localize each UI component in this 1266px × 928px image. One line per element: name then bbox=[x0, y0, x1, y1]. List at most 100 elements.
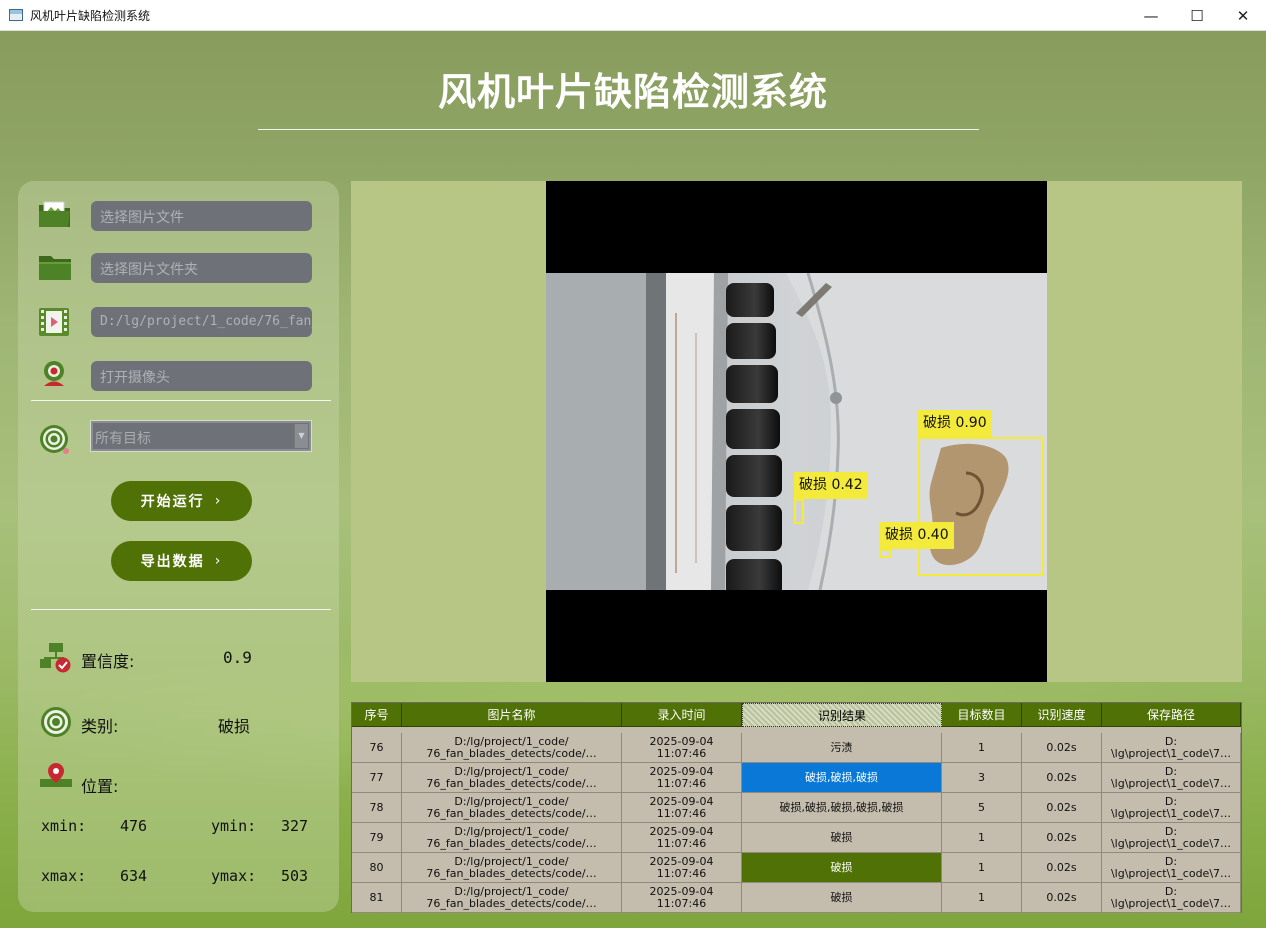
detection-label: 破损 0.90 bbox=[918, 410, 992, 437]
cell-entry-time[interactable]: 2025-09-04 11:07:46 bbox=[622, 733, 742, 762]
cell-speed[interactable]: 0.02s bbox=[1022, 733, 1102, 762]
cell-index[interactable]: 77 bbox=[352, 763, 402, 792]
image-folder-field[interactable]: 选择图片文件夹 bbox=[91, 253, 312, 283]
app-window: 风机叶片缺陷检测系统 选择图片文件 选择图片文件夹 D:/lg/project/… bbox=[0, 31, 1266, 928]
video-file-icon[interactable] bbox=[38, 306, 70, 336]
cell-result[interactable]: 破损,破损,破损 bbox=[742, 763, 942, 792]
table-row[interactable]: 81 D:/lg/project/1_code/ 76_fan_blades_de… bbox=[352, 883, 1241, 913]
xmax-label: xmax: bbox=[41, 867, 87, 885]
cell-entry-time[interactable]: 2025-09-04 11:07:46 bbox=[622, 883, 742, 912]
cell-result[interactable]: 破损 bbox=[742, 883, 942, 912]
cell-save-path[interactable]: D: \lg\project\1_code\7… bbox=[1102, 853, 1241, 882]
cell-image-name[interactable]: D:/lg/project/1_code/ 76_fan_blades_dete… bbox=[402, 733, 622, 762]
cell-speed[interactable]: 0.02s bbox=[1022, 793, 1102, 822]
cell-index[interactable]: 81 bbox=[352, 883, 402, 912]
header-col-save-path[interactable]: 保存路径 bbox=[1102, 703, 1241, 727]
class-value: 破损 bbox=[218, 717, 251, 736]
export-button[interactable]: 导出数据 › bbox=[111, 541, 252, 581]
control-panel: 选择图片文件 选择图片文件夹 D:/lg/project/1_code/76_f… bbox=[18, 181, 339, 912]
chevron-right-icon: › bbox=[214, 553, 223, 569]
cell-target-count[interactable]: 3 bbox=[942, 763, 1022, 792]
cell-target-count[interactable]: 1 bbox=[942, 853, 1022, 882]
video-file-field[interactable]: D:/lg/project/1_code/76_fan_blades_detec… bbox=[91, 307, 312, 337]
cell-index[interactable]: 78 bbox=[352, 793, 402, 822]
cell-image-name[interactable]: D:/lg/project/1_code/ 76_fan_blades_dete… bbox=[402, 763, 622, 792]
table-body: 76 D:/lg/project/1_code/ 76_fan_blades_de… bbox=[352, 733, 1241, 913]
chevron-down-icon[interactable]: ▼ bbox=[294, 424, 308, 448]
header-col-speed[interactable]: 识别速度 bbox=[1022, 703, 1102, 727]
cell-speed[interactable]: 0.02s bbox=[1022, 853, 1102, 882]
cell-entry-time[interactable]: 2025-09-04 11:07:46 bbox=[622, 793, 742, 822]
export-button-label: 导出数据 bbox=[140, 554, 205, 570]
xmin-label: xmin: bbox=[41, 817, 87, 835]
cell-speed[interactable]: 0.02s bbox=[1022, 763, 1102, 792]
header-col-index[interactable]: 序号 bbox=[352, 703, 402, 727]
maximize-button[interactable]: ☐ bbox=[1174, 0, 1220, 31]
cell-result[interactable]: 破损,破损,破损,破损,破损 bbox=[742, 793, 942, 822]
cell-target-count[interactable]: 1 bbox=[942, 733, 1022, 762]
xmax-value: 634 bbox=[120, 867, 148, 885]
ymax-value: 503 bbox=[281, 867, 309, 885]
webcam-icon[interactable] bbox=[38, 359, 70, 389]
window-title: 风机叶片缺陷检测系统 bbox=[30, 8, 151, 23]
cell-entry-time[interactable]: 2025-09-04 11:07:46 bbox=[622, 853, 742, 882]
cell-result[interactable]: 破损 bbox=[742, 823, 942, 852]
cell-save-path[interactable]: D: \lg\project\1_code\7… bbox=[1102, 823, 1241, 852]
cell-save-path[interactable]: D: \lg\project\1_code\7… bbox=[1102, 793, 1241, 822]
detection-box bbox=[794, 499, 804, 524]
cell-save-path[interactable]: D: \lg\project\1_code\7… bbox=[1102, 733, 1241, 762]
table-row[interactable]: 80 D:/lg/project/1_code/ 76_fan_blades_de… bbox=[352, 853, 1241, 883]
table-header: 序号 图片名称 录入时间 识别结果 目标数目 识别速度 保存路径 bbox=[352, 703, 1241, 727]
results-table: 序号 图片名称 录入时间 识别结果 目标数目 识别速度 保存路径 76 D:/lg/proje… bbox=[351, 702, 1242, 913]
header-col-entry-time[interactable]: 录入时间 bbox=[622, 703, 742, 727]
table-row[interactable]: 77 D:/lg/project/1_code/ 76_fan_blades_de… bbox=[352, 763, 1241, 793]
minimize-button[interactable]: — bbox=[1128, 0, 1174, 31]
close-button[interactable]: ✕ bbox=[1220, 0, 1266, 31]
cell-image-name[interactable]: D:/lg/project/1_code/ 76_fan_blades_dete… bbox=[402, 883, 622, 912]
cell-image-name[interactable]: D:/lg/project/1_code/ 76_fan_blades_dete… bbox=[402, 793, 622, 822]
cell-save-path[interactable]: D: \lg\project\1_code\7… bbox=[1102, 883, 1241, 912]
target-icon bbox=[38, 423, 70, 454]
cell-entry-time[interactable]: 2025-09-04 11:07:46 bbox=[622, 763, 742, 792]
class-target-icon bbox=[40, 706, 72, 737]
page-title: 风机叶片缺陷检测系统 bbox=[437, 70, 828, 114]
cell-save-path[interactable]: D: \lg\project\1_code\7… bbox=[1102, 763, 1241, 792]
cell-index[interactable]: 79 bbox=[352, 823, 402, 852]
cell-index[interactable]: 76 bbox=[352, 733, 402, 762]
cell-index[interactable]: 80 bbox=[352, 853, 402, 882]
target-select[interactable]: 所有目标 ▼ bbox=[90, 420, 312, 452]
app-icon bbox=[9, 9, 23, 21]
cell-target-count[interactable]: 1 bbox=[942, 823, 1022, 852]
folder-icon[interactable] bbox=[38, 252, 71, 282]
table-row[interactable]: 79 D:/lg/project/1_code/ 76_fan_blades_de… bbox=[352, 823, 1241, 853]
cell-image-name[interactable]: D:/lg/project/1_code/ 76_fan_blades_dete… bbox=[402, 823, 622, 852]
start-button-label: 开始运行 bbox=[140, 494, 205, 510]
header-col-image-name[interactable]: 图片名称 bbox=[402, 703, 622, 727]
class-label: 类别: bbox=[81, 717, 119, 736]
cell-speed[interactable]: 0.02s bbox=[1022, 883, 1102, 912]
ymin-value: 327 bbox=[281, 817, 309, 835]
chevron-right-icon: › bbox=[214, 493, 223, 509]
confidence-icon bbox=[40, 642, 72, 673]
cell-result[interactable]: 破损 bbox=[742, 853, 942, 882]
cell-target-count[interactable]: 5 bbox=[942, 793, 1022, 822]
image-folder-icon[interactable] bbox=[38, 199, 70, 229]
table-row[interactable]: 78 D:/lg/project/1_code/ 76_fan_blades_de… bbox=[352, 793, 1241, 823]
webcam-field[interactable]: 打开摄像头 bbox=[91, 361, 312, 391]
start-button[interactable]: 开始运行 › bbox=[111, 481, 252, 521]
cell-image-name[interactable]: D:/lg/project/1_code/ 76_fan_blades_dete… bbox=[402, 853, 622, 882]
cell-target-count[interactable]: 1 bbox=[942, 883, 1022, 912]
ymin-label: ymin: bbox=[211, 817, 257, 835]
table-row[interactable]: 76 D:/lg/project/1_code/ 76_fan_blades_de… bbox=[352, 733, 1241, 763]
image-file-field[interactable]: 选择图片文件 bbox=[91, 201, 312, 231]
cell-result[interactable]: 污渍 bbox=[742, 733, 942, 762]
header-col-target-count[interactable]: 目标数目 bbox=[942, 703, 1022, 727]
detection-image: 破损 0.90 破损 0.42 破损 0.40 bbox=[546, 181, 1047, 682]
detection-label: 破损 0.40 bbox=[880, 522, 954, 549]
cell-entry-time[interactable]: 2025-09-04 11:07:46 bbox=[622, 823, 742, 852]
header-col-result[interactable]: 识别结果 bbox=[742, 703, 942, 727]
location-pin-icon bbox=[40, 761, 72, 791]
panel-divider-top bbox=[31, 400, 331, 401]
ymax-label: ymax: bbox=[211, 867, 257, 885]
cell-speed[interactable]: 0.02s bbox=[1022, 823, 1102, 852]
